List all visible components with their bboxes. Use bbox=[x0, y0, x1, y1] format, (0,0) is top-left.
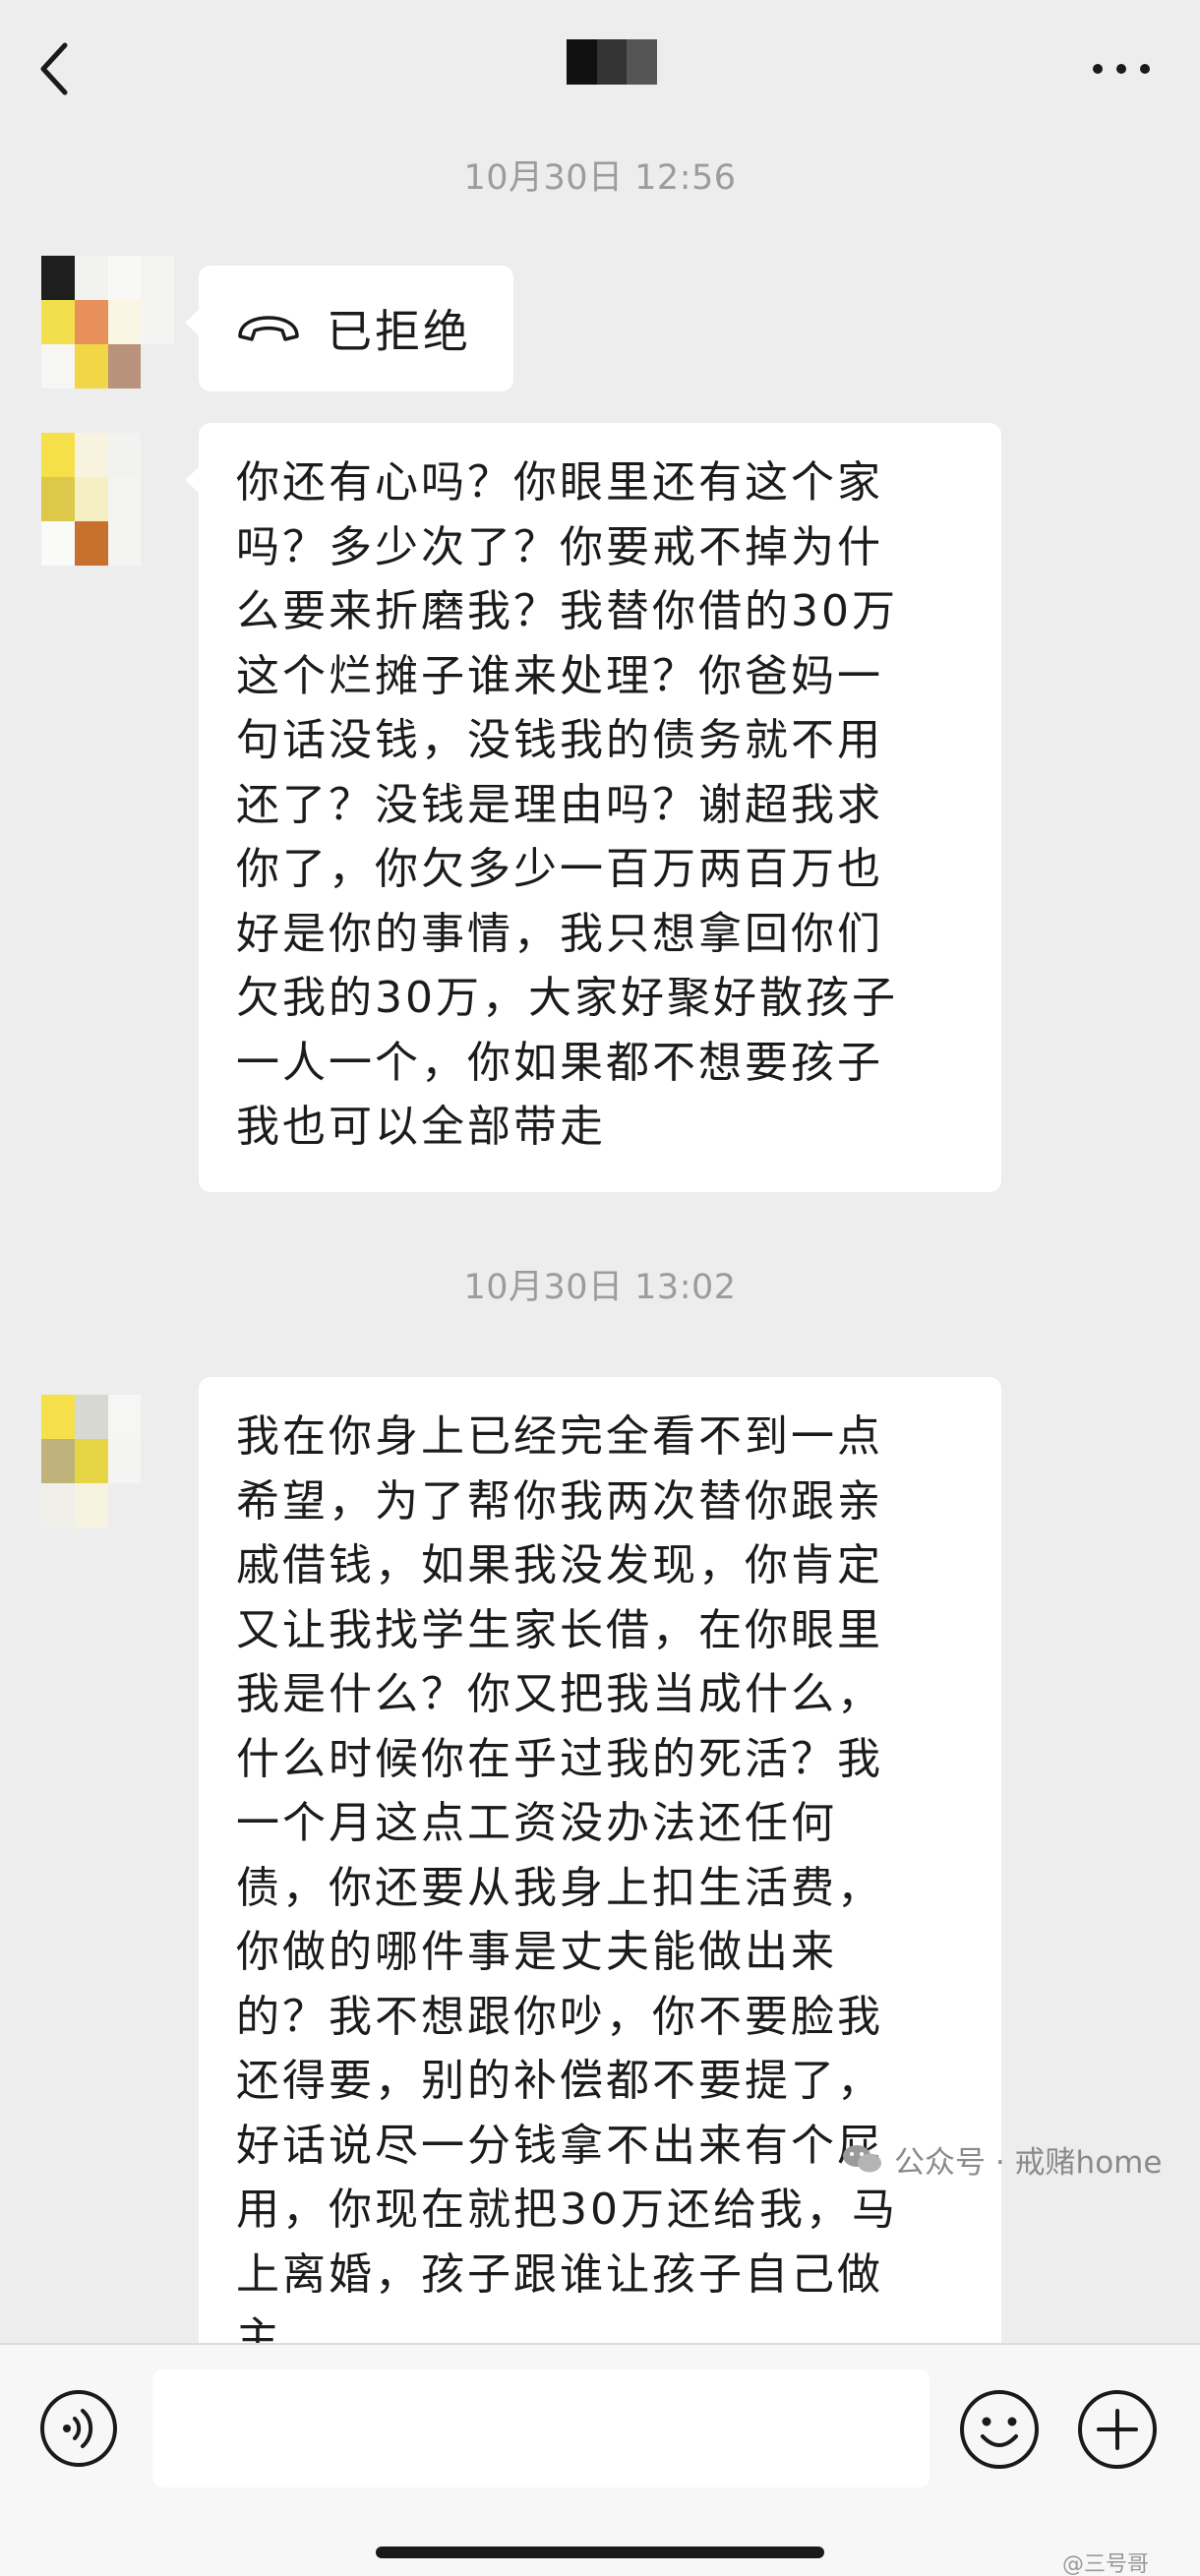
more-horizontal-icon bbox=[1093, 64, 1150, 74]
message-bubble[interactable]: 你还有心吗？你眼里还有这个家 吗？多少次了？你要戒不掉为什 么要来折磨我？我替你… bbox=[185, 423, 1001, 1192]
watermark-text: 公众号 · 戒赌home bbox=[894, 2144, 1163, 2181]
more-button[interactable] bbox=[1077, 44, 1175, 93]
emoji-button[interactable] bbox=[959, 2389, 1040, 2470]
avatar[interactable] bbox=[41, 433, 174, 566]
timestamp: 10月30日 13:02 bbox=[463, 1268, 737, 1307]
hangup-phone-icon bbox=[238, 316, 299, 341]
plus-icon bbox=[1078, 2390, 1157, 2469]
message-input[interactable] bbox=[152, 2369, 930, 2487]
back-button[interactable] bbox=[30, 31, 98, 110]
emoji-icon bbox=[960, 2390, 1039, 2469]
voice-button[interactable] bbox=[39, 2389, 118, 2468]
message-bubble[interactable]: 我在你身上已经完全看不到一点 希望，为了帮你我两次替你跟亲 戚借钱，如果我没发现… bbox=[199, 1377, 1001, 2420]
chevron-left-icon bbox=[40, 42, 68, 95]
more-options-button[interactable] bbox=[1077, 2389, 1158, 2470]
call-record-bubble[interactable]: 已拒绝 bbox=[185, 266, 513, 391]
wechat-icon bbox=[843, 2145, 881, 2173]
message-text: 你还有心吗？你眼里还有这个家 吗？多少次了？你要戒不掉为什 么要来折磨我？我替你… bbox=[236, 457, 898, 1152]
input-toolbar bbox=[0, 2343, 1200, 2576]
call-status-label: 已拒绝 bbox=[327, 305, 471, 358]
watermark-sub: @三号哥 bbox=[1062, 2552, 1150, 2576]
message-text: 我在你身上已经完全看不到一点 希望，为了帮你我两次替你跟亲 戚借钱，如果我没发现… bbox=[236, 1411, 898, 2364]
timestamp: 10月30日 12:56 bbox=[463, 158, 737, 198]
chat-header bbox=[0, 0, 1200, 138]
chat-screen: 10月30日 12:56 已拒绝 你还有心吗？你眼里还有这个家 吗？多少次了？你… bbox=[0, 0, 1200, 2576]
watermark: 公众号 · 戒赌home bbox=[841, 2134, 1162, 2184]
chat-title-redacted bbox=[567, 39, 658, 85]
voice-icon bbox=[40, 2390, 117, 2467]
avatar[interactable] bbox=[41, 256, 174, 389]
home-indicator[interactable] bbox=[376, 2546, 824, 2558]
avatar[interactable] bbox=[41, 1395, 174, 1528]
